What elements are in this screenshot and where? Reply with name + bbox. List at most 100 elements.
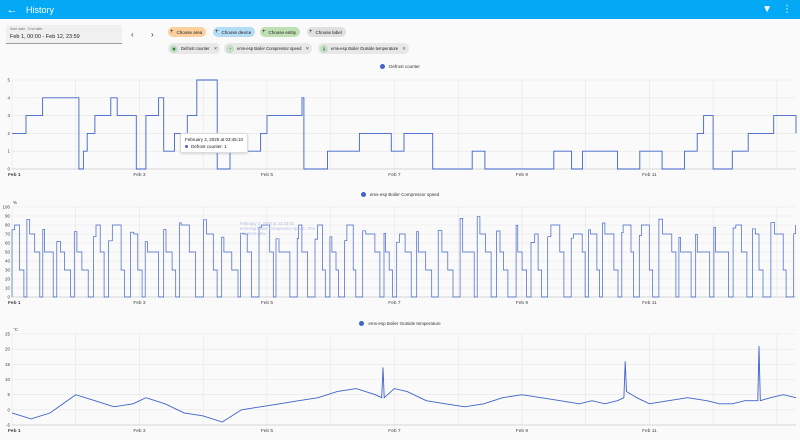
x-tick-label: Feb 1 bbox=[8, 300, 21, 306]
counter-icon: ▣ bbox=[170, 44, 178, 53]
choose-device-button[interactable]: + Choose device bbox=[213, 27, 256, 37]
y-tick-label: 10 bbox=[5, 377, 11, 382]
x-tick-label: Feb 1 bbox=[8, 428, 21, 434]
entity-chip-compressor-speed[interactable]: ◔ ems-esp Boiler Compressor speed ✕ bbox=[224, 43, 313, 54]
entity-chip-label: ems-esp Boiler Outside temperature bbox=[331, 46, 399, 51]
legend-label[interactable]: ems-esp Boiler Outside temperature bbox=[368, 321, 440, 326]
y-tick-label: 15 bbox=[5, 362, 11, 367]
y-tick-label: 40 bbox=[5, 259, 11, 264]
y-tick-label: 25 bbox=[5, 332, 11, 337]
compressor-speed-chart[interactable]: 0 10 20 30 40 50 60 70 80 90 100 Feb 1 Feb 3 Feb 5 Feb… bbox=[0, 200, 800, 310]
series-line bbox=[12, 79, 797, 170]
series-line bbox=[11, 346, 797, 423]
y-tick-label: 0 bbox=[7, 295, 10, 300]
faded-tooltip: February 2, 2025 at 22:33:02 ems-esp Boi… bbox=[240, 221, 315, 236]
y-tick-label: 5 bbox=[7, 78, 10, 83]
y-tick-label: 2 bbox=[7, 131, 10, 136]
arrow-left-icon[interactable]: ← bbox=[0, 4, 24, 16]
legend-swatch bbox=[380, 64, 386, 69]
chart-tooltip: February 2, 2025 at 03:45:10 Defrost cou… bbox=[180, 133, 249, 153]
x-tick-label: Feb 7 bbox=[388, 300, 401, 306]
top-app-bar: ← History ▼ ⋮ bbox=[0, 0, 800, 19]
y-axis-unit: % bbox=[13, 200, 17, 205]
tooltip-value: Defrost counter: 1 bbox=[191, 144, 227, 149]
date-range-picker[interactable]: Start date - End date Feb 1, 00:00 - Feb… bbox=[6, 25, 122, 44]
y-tick-label: 30 bbox=[5, 268, 11, 273]
choose-label-button[interactable]: + Choose label bbox=[307, 27, 346, 37]
y-tick-label: 3 bbox=[7, 113, 10, 118]
faded-tooltip-hint: Hover to view. bbox=[240, 231, 267, 236]
y-tick-label: 4 bbox=[7, 95, 10, 100]
y-tick-label: 1 bbox=[7, 149, 10, 154]
plus-icon: + bbox=[262, 29, 266, 35]
x-tick-label: Feb 7 bbox=[388, 172, 401, 178]
legend-swatch bbox=[359, 321, 365, 326]
legend-swatch bbox=[360, 192, 366, 197]
chart-legend: Defrost counter bbox=[0, 64, 800, 69]
x-tick-label: Feb 9 bbox=[516, 300, 529, 306]
y-tick-label: 70 bbox=[5, 232, 11, 237]
tooltip-swatch bbox=[185, 145, 188, 148]
plus-icon: + bbox=[170, 29, 174, 35]
x-tick-label: Feb 3 bbox=[133, 300, 146, 306]
outside-temperature-chart[interactable]: -5 0 5 10 15 20 25 Feb 1 Feb 3 Feb 5 Feb 7 Feb 9 Feb… bbox=[0, 328, 800, 438]
y-tick-label: 20 bbox=[5, 277, 11, 282]
x-tick-label: Feb 3 bbox=[133, 428, 146, 434]
gauge-icon: ◔ bbox=[226, 44, 234, 53]
chevron-left-icon[interactable]: ‹ bbox=[131, 30, 134, 39]
date-range-label: Start date - End date bbox=[10, 27, 43, 31]
choose-area-button[interactable]: + Choose area bbox=[168, 27, 207, 37]
x-tick-label: Feb 3 bbox=[133, 172, 146, 178]
y-axis-unit: °C bbox=[13, 328, 19, 332]
x-tick-label: Feb 11 bbox=[642, 300, 657, 306]
tooltip-time: February 2, 2025 at 03:45:10 bbox=[185, 137, 244, 142]
legend-label[interactable]: Defrost counter bbox=[389, 64, 420, 69]
history-controls: Start date - End date Feb 1, 00:00 - Feb… bbox=[0, 19, 800, 63]
x-tick-label: Feb 11 bbox=[642, 428, 657, 434]
y-tick-label: 5 bbox=[7, 392, 10, 397]
x-tick-label: Feb 5 bbox=[261, 428, 274, 434]
chart-legend: ems-esp Boiler Outside temperature bbox=[0, 321, 800, 326]
x-tick-label: Feb 9 bbox=[516, 172, 529, 178]
page-title: History bbox=[26, 4, 55, 15]
date-range-value: Feb 1, 00:00 - Feb 12, 23:59 bbox=[10, 34, 80, 40]
chevron-right-icon[interactable]: › bbox=[151, 30, 154, 39]
y-tick-label: 10 bbox=[5, 286, 11, 291]
x-tick-label: Feb 11 bbox=[642, 172, 657, 178]
defrost-counter-chart[interactable]: 0 1 2 3 4 5 Feb 1 Feb 3 Feb 5 Feb 7 Feb 9 Feb 11 bbox=[0, 72, 800, 182]
filter-remove-icon[interactable]: ▼ bbox=[762, 4, 772, 15]
y-tick-label: 0 bbox=[7, 407, 10, 412]
entity-chip-label: ems-esp Boiler Compressor speed bbox=[237, 46, 302, 51]
choose-entity-label: Choose entity bbox=[268, 29, 297, 35]
entity-chip-outside-temperature[interactable]: 🌡 ems-esp Boiler Outside temperature ✕ bbox=[318, 43, 410, 54]
x-tick-label: Feb 9 bbox=[516, 428, 529, 434]
entity-chip-label: Defrost counter bbox=[181, 46, 210, 51]
choose-label-label: Choose label bbox=[315, 29, 342, 35]
choose-entity-button[interactable]: + Choose entity bbox=[260, 27, 301, 37]
y-tick-label: 80 bbox=[5, 223, 11, 228]
entity-chip-defrost-counter[interactable]: ▣ Defrost counter ✕ bbox=[168, 43, 221, 54]
y-tick-label: 0 bbox=[7, 167, 10, 172]
y-tick-label: 60 bbox=[5, 241, 11, 246]
x-tick-label: Feb 7 bbox=[388, 428, 401, 434]
x-tick-label: Feb 5 bbox=[261, 172, 274, 178]
choose-area-label: Choose area bbox=[176, 29, 203, 35]
y-tick-label: 100 bbox=[2, 205, 10, 210]
y-tick-label: 50 bbox=[5, 250, 11, 255]
series-line bbox=[11, 216, 796, 298]
thermometer-icon: 🌡 bbox=[320, 44, 328, 53]
plus-icon: + bbox=[215, 29, 219, 35]
close-icon[interactable]: ✕ bbox=[214, 46, 218, 52]
close-icon[interactable]: ✕ bbox=[402, 46, 406, 52]
x-tick-label: Feb 5 bbox=[261, 300, 274, 306]
chart-legend: ems-esp Boiler Compressor speed bbox=[0, 192, 800, 197]
choose-device-label: Choose device bbox=[221, 29, 252, 35]
close-icon[interactable]: ✕ bbox=[305, 46, 309, 52]
dots-vertical-icon[interactable]: ⋮ bbox=[782, 4, 792, 15]
y-tick-label: -5 bbox=[6, 423, 10, 428]
y-tick-label: 20 bbox=[5, 347, 11, 352]
y-tick-label: 90 bbox=[5, 214, 11, 219]
plus-icon: + bbox=[309, 29, 313, 35]
legend-label[interactable]: ems-esp Boiler Compressor speed bbox=[370, 192, 439, 197]
x-tick-label: Feb 1 bbox=[8, 172, 21, 178]
